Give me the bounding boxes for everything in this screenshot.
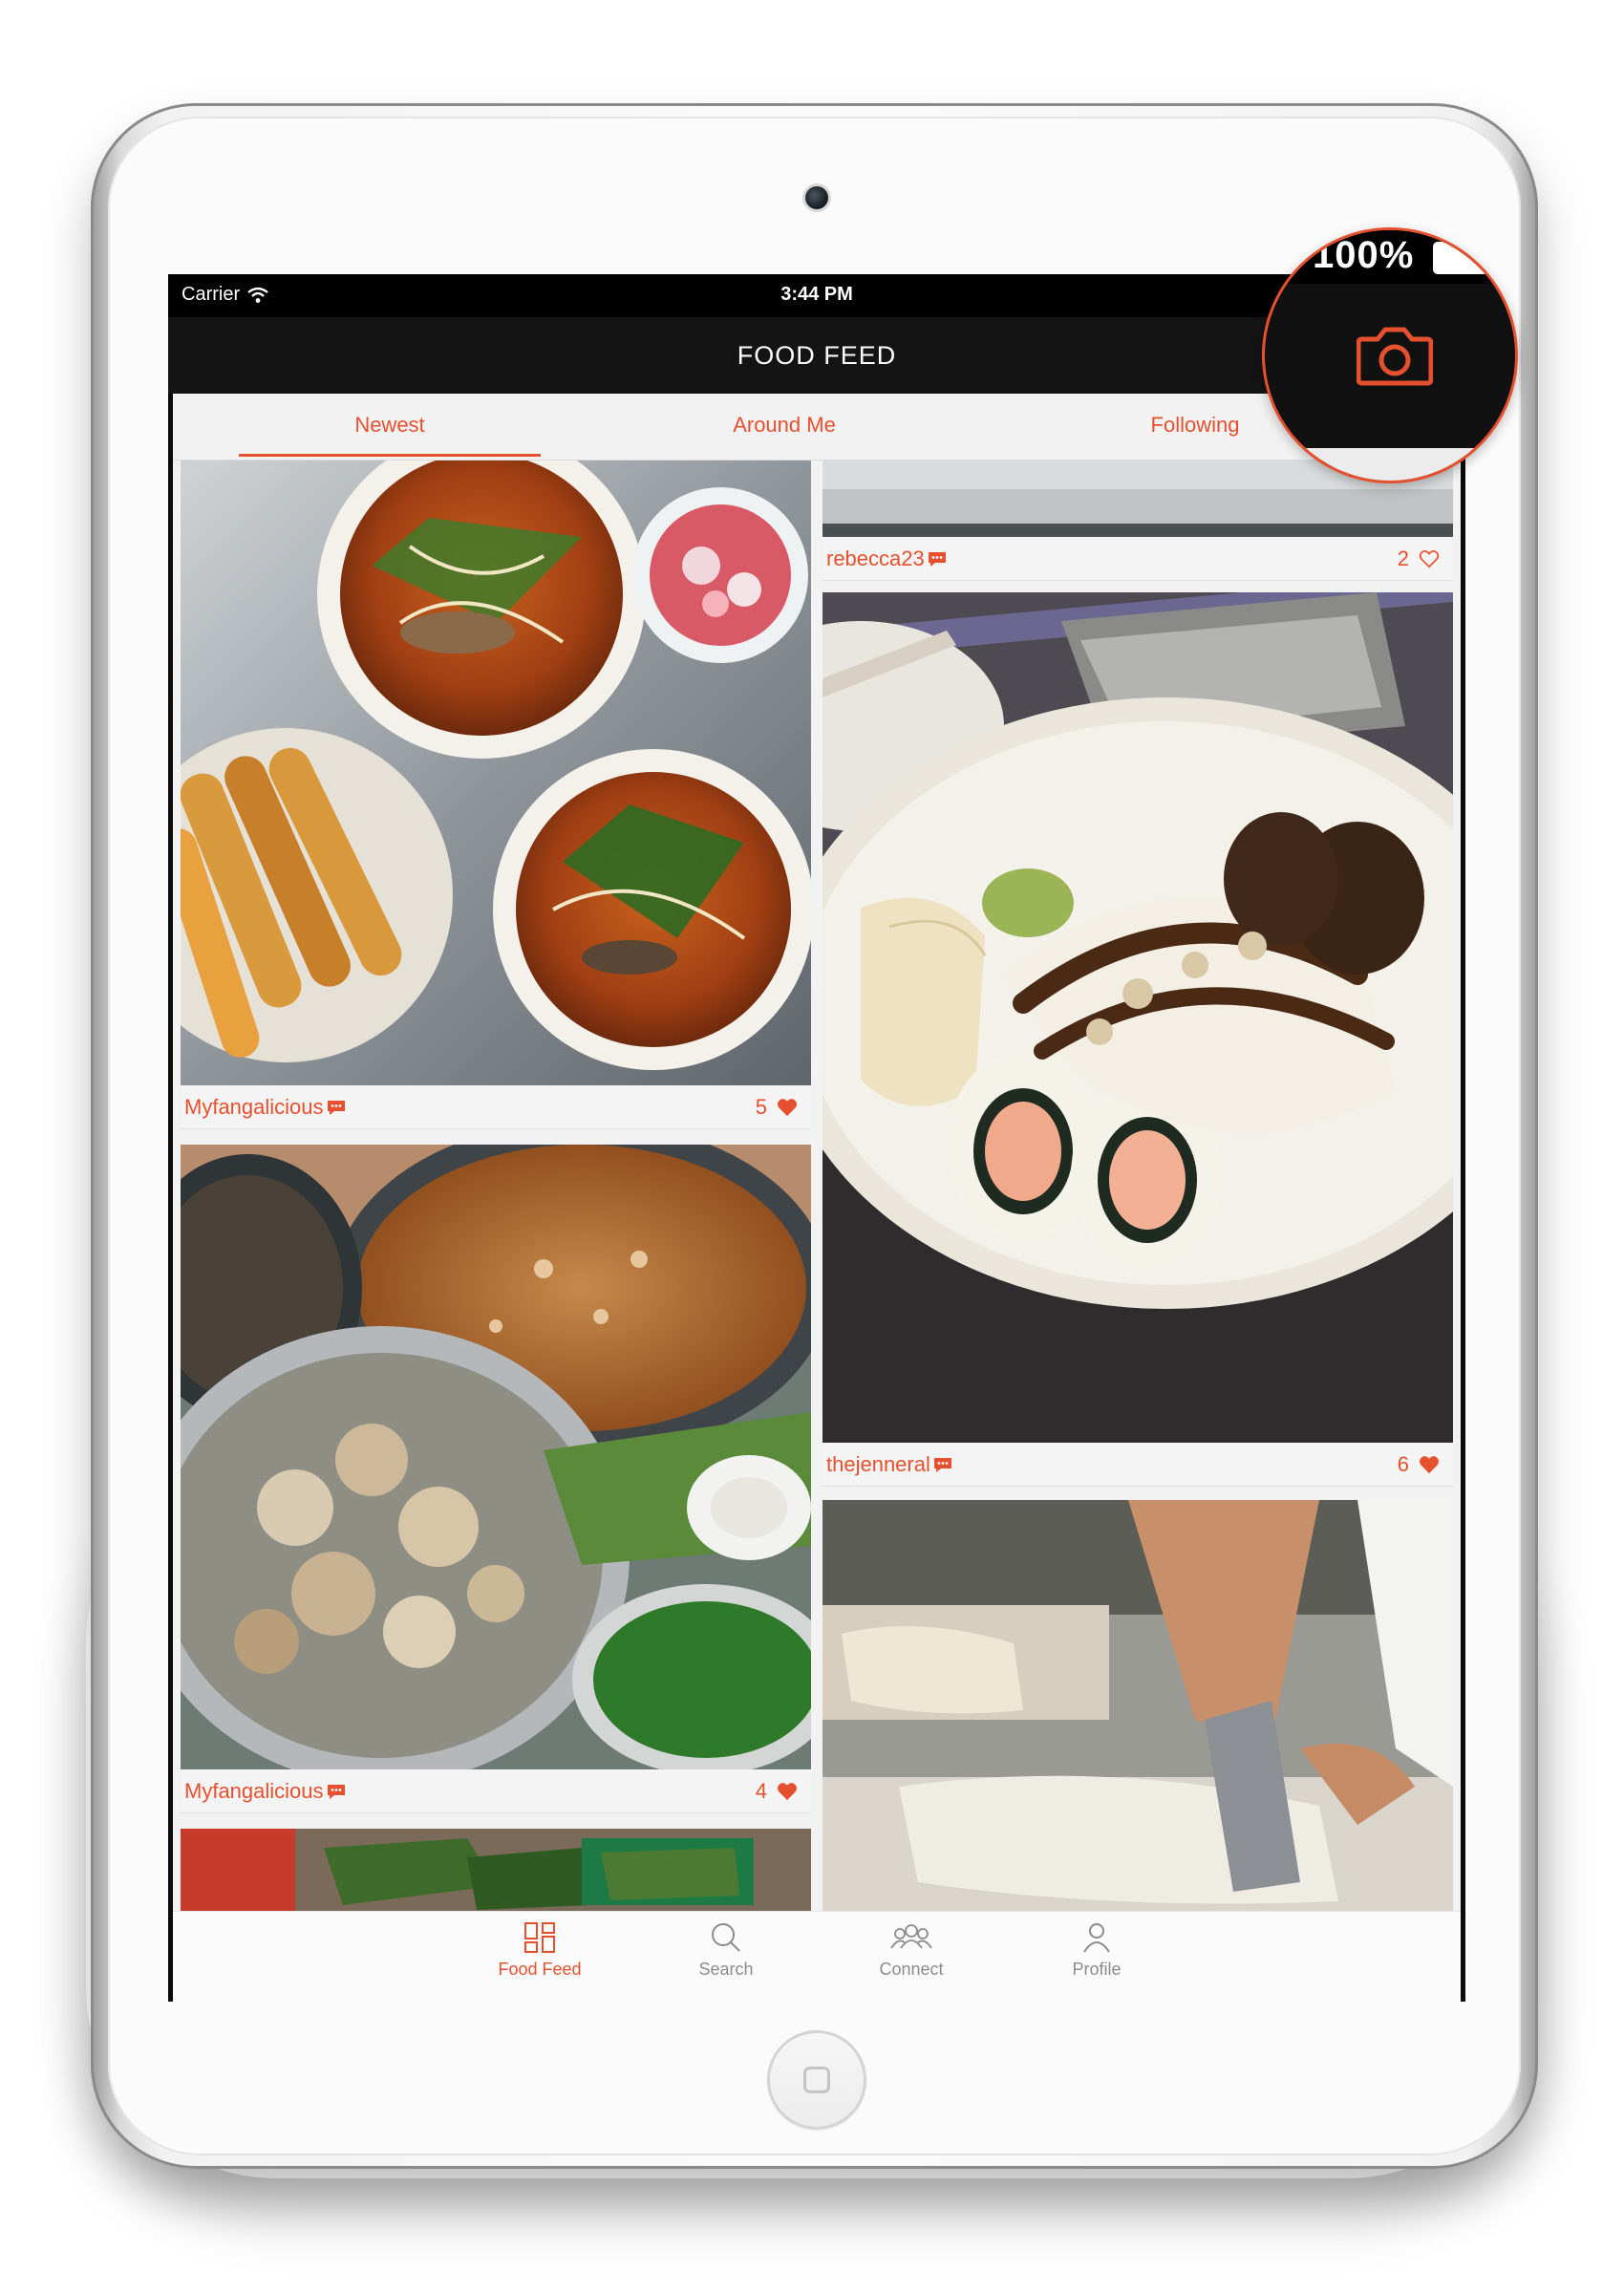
like-count: 6 (1397, 1452, 1409, 1476)
feed-card[interactable]: Myfangalicious 4 (181, 1145, 811, 1813)
tab-newest[interactable]: Newest (239, 394, 541, 461)
tab-search[interactable]: Search (659, 1921, 793, 1980)
like-count-group: 6 (1398, 1452, 1440, 1477)
comment-bubble-icon[interactable] (326, 1098, 347, 1117)
camera-icon (1356, 327, 1434, 386)
battery-icon (1433, 242, 1500, 274)
magnified-status-bar: 100% (1265, 230, 1515, 284)
like-count-group: 4 (756, 1779, 798, 1804)
food-photo[interactable] (181, 461, 811, 1085)
heart-filled-icon[interactable] (777, 1098, 798, 1117)
like-count: 2 (1397, 546, 1409, 570)
post-author[interactable]: Myfangalicious (184, 1095, 347, 1120)
grid-icon (524, 1922, 555, 1953)
heart-filled-icon[interactable] (1419, 1455, 1440, 1474)
comment-bubble-icon[interactable] (932, 1455, 953, 1474)
noodle-soup-photo (181, 461, 811, 1085)
card-meta: rebecca23 2 (823, 537, 1453, 581)
leaf-wrapped-food-photo (181, 1829, 811, 1911)
bottom-tab-bar: Food Feed Search Connect Profile (173, 1911, 1461, 2002)
card-meta: Myfangalicious 5 (181, 1085, 811, 1129)
tab-label: Food Feed (498, 1960, 582, 1979)
food-photo[interactable] (823, 592, 1453, 1443)
feed-card[interactable] (823, 1500, 1453, 1911)
author-name: Myfangalicious (184, 1779, 324, 1803)
status-time: 3:44 PM (780, 284, 853, 305)
noodle-cutting-photo (823, 1500, 1453, 1911)
camera-button-magnifier: 100% (1262, 227, 1518, 483)
author-name: thejenneral (826, 1452, 930, 1476)
tab-label: Connect (879, 1960, 944, 1979)
comment-bubble-icon[interactable] (326, 1782, 347, 1801)
food-photo[interactable] (181, 1829, 811, 1911)
tab-label: Profile (1072, 1960, 1122, 1979)
home-square-icon (803, 2067, 830, 2093)
tab-connect[interactable]: Connect (844, 1921, 978, 1980)
post-author[interactable]: rebecca23 (826, 546, 948, 571)
card-meta: thejenneral 6 (823, 1443, 1453, 1487)
tab-around-me[interactable]: Around Me (670, 394, 899, 461)
camera-button[interactable] (1356, 324, 1434, 392)
feed-card[interactable] (181, 1829, 811, 1911)
sushi-roll-photo (823, 592, 1453, 1443)
feed-card[interactable]: thejenneral 6 (823, 592, 1453, 1487)
feed-card[interactable]: Myfangalicious 5 (181, 461, 811, 1129)
comment-bubble-icon[interactable] (927, 549, 948, 568)
braised-pork-photo (181, 1145, 811, 1769)
author-name: Myfangalicious (184, 1095, 324, 1119)
app-screen: Carrier 3:44 PM FOOD FEED Newest Around … (168, 274, 1465, 2002)
home-button[interactable] (767, 2030, 866, 2130)
post-author[interactable]: thejenneral (826, 1452, 953, 1477)
tab-label: Search (698, 1960, 754, 1979)
food-photo[interactable] (823, 1500, 1453, 1911)
search-icon (712, 1923, 740, 1952)
heart-outline-icon[interactable] (1419, 549, 1440, 568)
tab-profile[interactable]: Profile (1030, 1921, 1164, 1980)
like-count-group: 5 (756, 1095, 798, 1120)
person-icon (1083, 1923, 1110, 1953)
battery-percent: 100% (1313, 234, 1415, 276)
author-name: rebecca23 (826, 546, 925, 570)
tab-food-feed[interactable]: Food Feed (473, 1921, 607, 1980)
like-count: 5 (755, 1095, 767, 1119)
like-count-group: 2 (1398, 546, 1440, 571)
front-camera (805, 186, 828, 209)
card-meta: Myfangalicious 4 (181, 1769, 811, 1813)
food-photo[interactable] (181, 1145, 811, 1769)
heart-filled-icon[interactable] (777, 1782, 798, 1801)
like-count: 4 (755, 1779, 767, 1803)
people-icon (890, 1924, 932, 1949)
magnified-tab-strip (1265, 448, 1515, 481)
food-feed-grid: Myfangalicious 5 Myfangalicious 4 rebecc… (173, 461, 1461, 1911)
tab-following[interactable]: Following (1100, 394, 1291, 461)
post-author[interactable]: Myfangalicious (184, 1779, 347, 1804)
page-title: FOOD FEED (737, 341, 897, 370)
